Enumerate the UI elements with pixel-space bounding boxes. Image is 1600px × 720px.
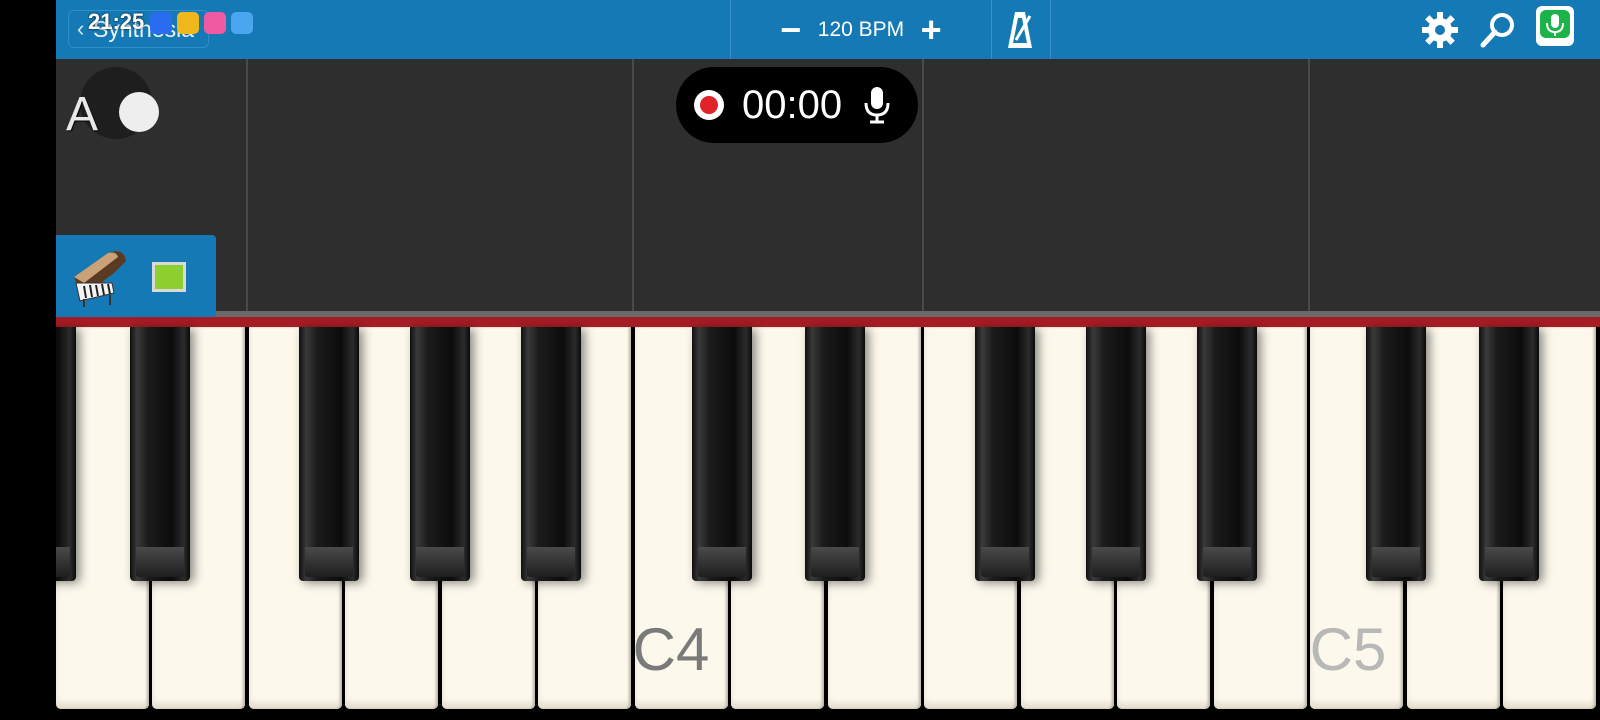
divider	[922, 59, 924, 317]
record-icon[interactable]	[694, 90, 724, 120]
microphone-icon	[1540, 10, 1570, 38]
black-key[interactable]	[299, 327, 359, 581]
divider	[246, 59, 248, 317]
color-swatch[interactable]	[152, 262, 186, 292]
key-rail	[56, 317, 1600, 327]
status-time: 21:25	[88, 9, 145, 34]
black-key[interactable]	[1086, 327, 1146, 581]
black-key[interactable]	[975, 327, 1035, 581]
screen-recorder[interactable]: 00:00	[676, 67, 918, 143]
black-key[interactable]	[1479, 327, 1539, 581]
tempo-value: 120 BPM	[817, 17, 905, 41]
note-area: A 00:00	[56, 59, 1600, 323]
tempo-control: − 120 BPM +	[730, 0, 992, 59]
instrument-panel[interactable]	[56, 235, 216, 323]
synthesia-app: ‹ Synthesia 21:25 − 120 BPM + A 00:00 C4…	[56, 0, 1600, 720]
black-key[interactable]	[56, 327, 76, 581]
weibo-icon	[177, 12, 199, 34]
browser-icon	[231, 12, 253, 34]
divider	[632, 59, 634, 317]
black-key[interactable]	[1366, 327, 1426, 581]
chevron-left-icon: ‹	[77, 16, 85, 41]
top-bar: ‹ Synthesia 21:25 − 120 BPM +	[56, 0, 1600, 59]
toggle-knob	[119, 92, 159, 132]
key-label-c4: C4	[632, 616, 710, 683]
black-key[interactable]	[410, 327, 470, 581]
black-key[interactable]	[521, 327, 581, 581]
app-icon	[204, 12, 226, 34]
black-key[interactable]	[1197, 327, 1257, 581]
grand-piano-icon	[74, 251, 126, 307]
metronome-button[interactable]	[990, 0, 1051, 59]
microphone-button[interactable]	[1536, 6, 1574, 46]
shield-icon	[150, 12, 172, 34]
status-icons	[150, 12, 253, 34]
metronome-icon	[1008, 11, 1032, 48]
key-letter: A	[66, 88, 99, 141]
black-key[interactable]	[692, 327, 752, 581]
key-label-c5: C5	[1309, 616, 1387, 683]
black-key[interactable]	[805, 327, 865, 581]
record-time: 00:00	[742, 82, 843, 127]
search-icon[interactable]	[1478, 10, 1518, 50]
gear-icon[interactable]	[1420, 10, 1460, 50]
piano-keyboard: C4 C5	[56, 327, 1600, 720]
tempo-decrease-button[interactable]: −	[774, 9, 808, 50]
microphone-icon[interactable]	[864, 85, 890, 125]
black-key[interactable]	[130, 327, 190, 581]
divider	[1308, 59, 1310, 317]
tempo-increase-button[interactable]: +	[914, 9, 948, 50]
